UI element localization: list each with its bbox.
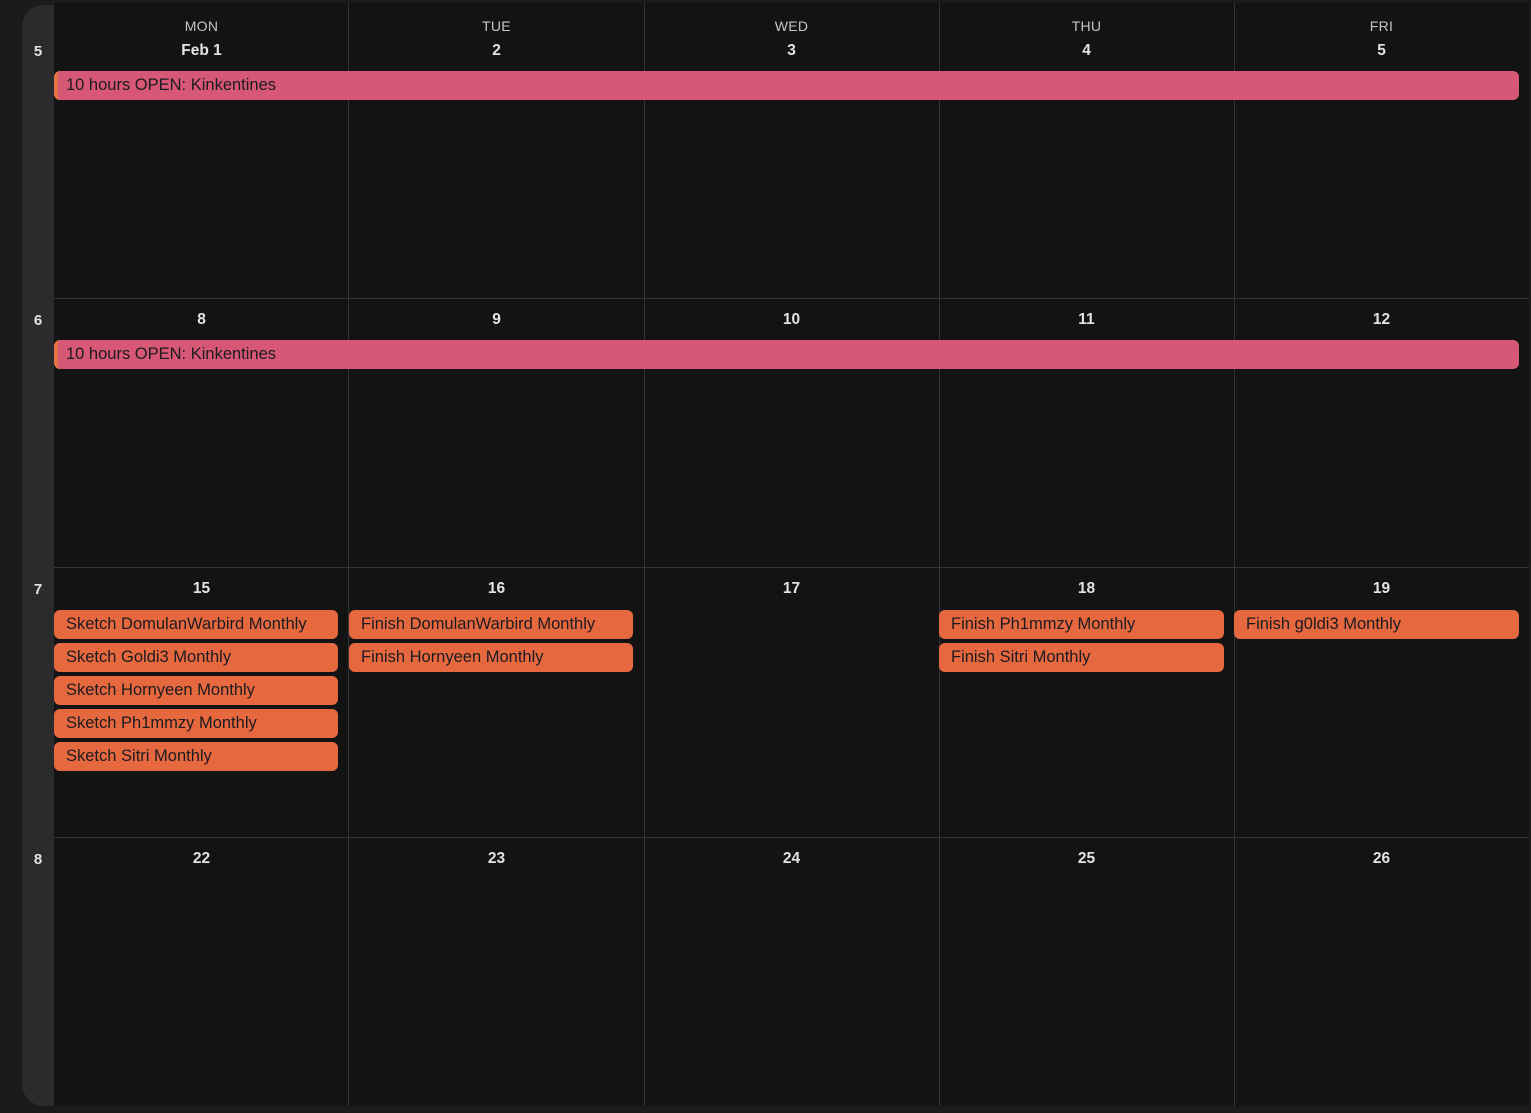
calendar-month-view: 5 6 7 8 MON TUE WED THU FRI Feb 1 2 3 4 …: [0, 0, 1531, 1113]
date-number[interactable]: 3: [644, 42, 939, 60]
week-number-rail: [22, 5, 54, 1106]
day-header-wed: WED: [774, 18, 809, 34]
day-header-tue: TUE: [482, 18, 511, 34]
calendar-event[interactable]: Finish DomulanWarbird Monthly: [349, 610, 633, 639]
calendar-event[interactable]: Sketch Ph1mmzy Monthly: [54, 709, 338, 738]
date-number[interactable]: 22: [54, 850, 349, 868]
calendar-event[interactable]: Sketch Sitri Monthly: [54, 742, 338, 771]
date-number[interactable]: 12: [1234, 311, 1529, 329]
date-number[interactable]: 4: [939, 42, 1234, 60]
date-number[interactable]: 17: [644, 580, 939, 598]
date-number[interactable]: 2: [349, 42, 644, 60]
spanning-event[interactable]: 10 hours OPEN: Kinkentines: [54, 340, 1519, 369]
calendar-event[interactable]: Finish g0ldi3 Monthly: [1234, 610, 1519, 639]
date-number[interactable]: 9: [349, 311, 644, 329]
date-number[interactable]: 18: [939, 580, 1234, 598]
date-number[interactable]: 5: [1234, 42, 1529, 60]
date-number[interactable]: 15: [54, 580, 349, 598]
week-number[interactable]: 7: [22, 581, 54, 598]
date-number[interactable]: Feb 1: [54, 42, 349, 60]
row-divider: [54, 298, 1529, 299]
calendar-event[interactable]: Finish Sitri Monthly: [939, 643, 1224, 672]
week-number[interactable]: 5: [22, 43, 54, 60]
date-number[interactable]: 19: [1234, 580, 1529, 598]
calendar-event[interactable]: Finish Hornyeen Monthly: [349, 643, 633, 672]
day-header-thu: THU: [1071, 18, 1102, 34]
calendar-event[interactable]: Sketch Goldi3 Monthly: [54, 643, 338, 672]
date-number[interactable]: 16: [349, 580, 644, 598]
calendar-event[interactable]: Sketch DomulanWarbird Monthly: [54, 610, 338, 639]
date-number[interactable]: 10: [644, 311, 939, 329]
calendar-grid: MON TUE WED THU FRI Feb 1 2 3 4 5 8 9 10…: [54, 3, 1529, 1106]
spanning-event[interactable]: 10 hours OPEN: Kinkentines: [54, 71, 1519, 100]
week-number[interactable]: 6: [22, 312, 54, 329]
date-number[interactable]: 8: [54, 311, 349, 329]
date-number[interactable]: 11: [939, 311, 1234, 329]
date-number[interactable]: 23: [349, 850, 644, 868]
date-number[interactable]: 24: [644, 850, 939, 868]
column-divider: [644, 3, 645, 1106]
date-number[interactable]: 26: [1234, 850, 1529, 868]
date-number[interactable]: 25: [939, 850, 1234, 868]
day-header-mon: MON: [184, 18, 219, 34]
week-number[interactable]: 8: [22, 851, 54, 868]
column-divider: [939, 3, 940, 1106]
row-divider: [54, 837, 1529, 838]
calendar-event[interactable]: Finish Ph1mmzy Monthly: [939, 610, 1224, 639]
column-divider: [348, 3, 349, 1106]
column-divider: [1234, 3, 1235, 1106]
day-header-fri: FRI: [1369, 18, 1394, 34]
calendar-event[interactable]: Sketch Hornyeen Monthly: [54, 676, 338, 705]
row-divider: [54, 567, 1529, 568]
